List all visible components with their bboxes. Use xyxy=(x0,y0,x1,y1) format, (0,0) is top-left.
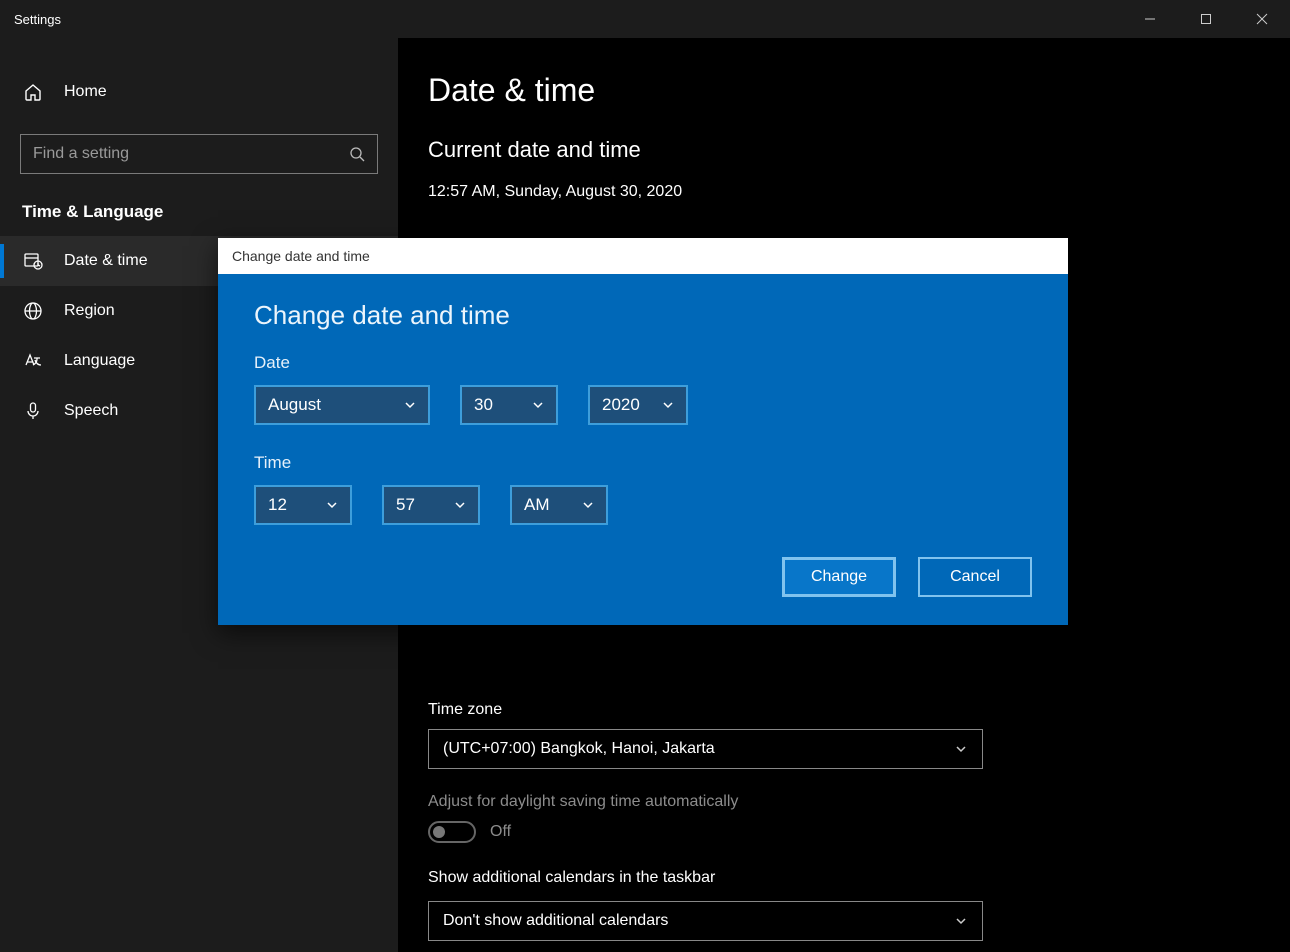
time-label: Time xyxy=(254,453,1032,473)
timezone-label: Time zone xyxy=(428,701,1254,719)
additional-calendars-value: Don't show additional calendars xyxy=(443,912,668,930)
close-icon xyxy=(1256,13,1268,25)
chevron-down-icon xyxy=(954,914,968,928)
additional-calendars-label: Show additional calendars in the taskbar xyxy=(428,869,1254,887)
dialog-body: Change date and time Date August 30 2020… xyxy=(218,274,1068,625)
cancel-button-label: Cancel xyxy=(950,568,1000,586)
year-value: 2020 xyxy=(602,395,640,415)
chevron-down-icon xyxy=(454,499,466,511)
sidebar-item-label: Speech xyxy=(64,402,118,420)
minimize-icon xyxy=(1144,13,1156,25)
sidebar-home-label: Home xyxy=(64,83,107,101)
sidebar-item-label: Language xyxy=(64,352,135,370)
month-value: August xyxy=(268,395,321,415)
window-title: Settings xyxy=(0,12,61,27)
day-value: 30 xyxy=(474,395,493,415)
dst-toggle xyxy=(428,821,476,843)
maximize-icon xyxy=(1200,13,1212,25)
change-date-time-dialog: Change date and time Change date and tim… xyxy=(218,238,1068,625)
day-select[interactable]: 30 xyxy=(460,385,558,425)
home-icon xyxy=(22,81,44,103)
window-titlebar: Settings xyxy=(0,0,1290,38)
sidebar-section-heading: Time & Language xyxy=(0,174,398,236)
chevron-down-icon xyxy=(532,399,544,411)
current-datetime-value: 12:57 AM, Sunday, August 30, 2020 xyxy=(428,183,1254,201)
chevron-down-icon xyxy=(662,399,674,411)
change-button-label: Change xyxy=(811,568,867,586)
search-input[interactable] xyxy=(33,145,349,163)
chevron-down-icon xyxy=(404,399,416,411)
timezone-dropdown[interactable]: (UTC+07:00) Bangkok, Hanoi, Jakarta xyxy=(428,729,983,769)
minute-select[interactable]: 57 xyxy=(382,485,480,525)
ampm-value: AM xyxy=(524,495,550,515)
date-label: Date xyxy=(254,353,1032,373)
ampm-select[interactable]: AM xyxy=(510,485,608,525)
window-controls xyxy=(1122,0,1290,38)
language-icon xyxy=(22,350,44,372)
chevron-down-icon xyxy=(954,742,968,756)
date-select-row: August 30 2020 xyxy=(254,385,1032,425)
search-icon xyxy=(349,146,365,162)
chevron-down-icon xyxy=(582,499,594,511)
globe-icon xyxy=(22,300,44,322)
search-input-wrapper[interactable] xyxy=(20,134,378,174)
page-title: Date & time xyxy=(428,72,1254,109)
hour-value: 12 xyxy=(268,495,287,515)
dialog-heading: Change date and time xyxy=(254,300,1032,331)
search-container xyxy=(20,134,378,174)
dst-toggle-row: Off xyxy=(428,821,1254,843)
dst-label: Adjust for daylight saving time automati… xyxy=(428,793,1254,811)
minute-value: 57 xyxy=(396,495,415,515)
minimize-button[interactable] xyxy=(1122,0,1178,38)
timezone-value: (UTC+07:00) Bangkok, Hanoi, Jakarta xyxy=(443,740,715,758)
sidebar-item-label: Region xyxy=(64,302,115,320)
additional-calendars-dropdown[interactable]: Don't show additional calendars xyxy=(428,901,983,941)
calendar-clock-icon xyxy=(22,250,44,272)
cancel-button[interactable]: Cancel xyxy=(918,557,1032,597)
year-select[interactable]: 2020 xyxy=(588,385,688,425)
sidebar-home[interactable]: Home xyxy=(0,68,398,116)
hour-select[interactable]: 12 xyxy=(254,485,352,525)
current-heading: Current date and time xyxy=(428,137,1254,163)
time-select-row: 12 57 AM xyxy=(254,485,1032,525)
close-button[interactable] xyxy=(1234,0,1290,38)
chevron-down-icon xyxy=(326,499,338,511)
microphone-icon xyxy=(22,400,44,422)
maximize-button[interactable] xyxy=(1178,0,1234,38)
dst-toggle-state: Off xyxy=(490,823,511,841)
dialog-titlebar: Change date and time xyxy=(218,238,1068,274)
sidebar-item-label: Date & time xyxy=(64,252,148,270)
month-select[interactable]: August xyxy=(254,385,430,425)
change-button[interactable]: Change xyxy=(782,557,896,597)
dialog-buttons: Change Cancel xyxy=(254,557,1032,597)
